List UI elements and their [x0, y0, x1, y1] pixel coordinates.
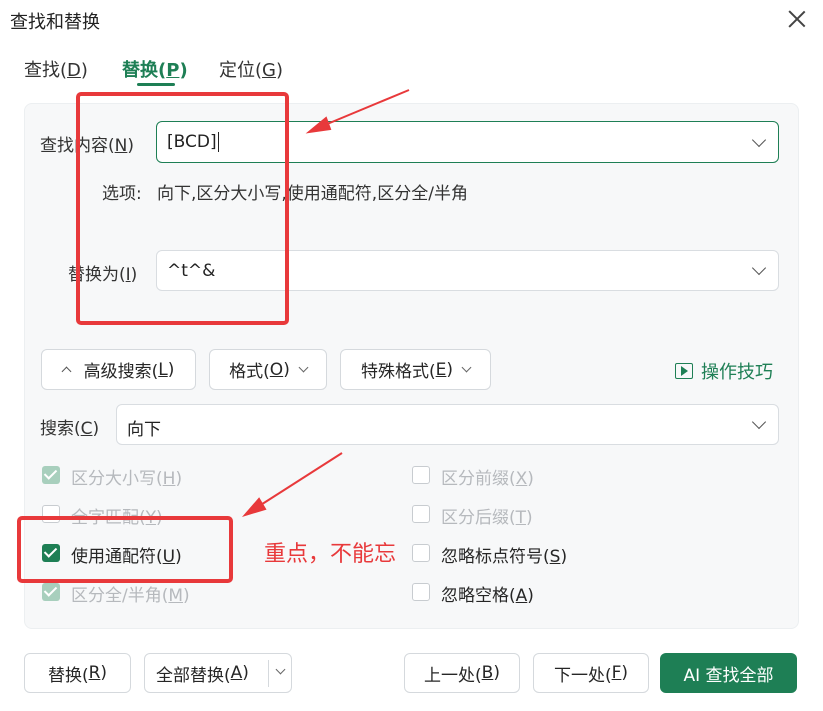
- arrow-head-icon: [241, 497, 267, 517]
- arrow-head-icon: [305, 116, 332, 134]
- annotation-arrows: [241, 89, 410, 517]
- annotation-text: 重点，不能忘: [264, 542, 397, 567]
